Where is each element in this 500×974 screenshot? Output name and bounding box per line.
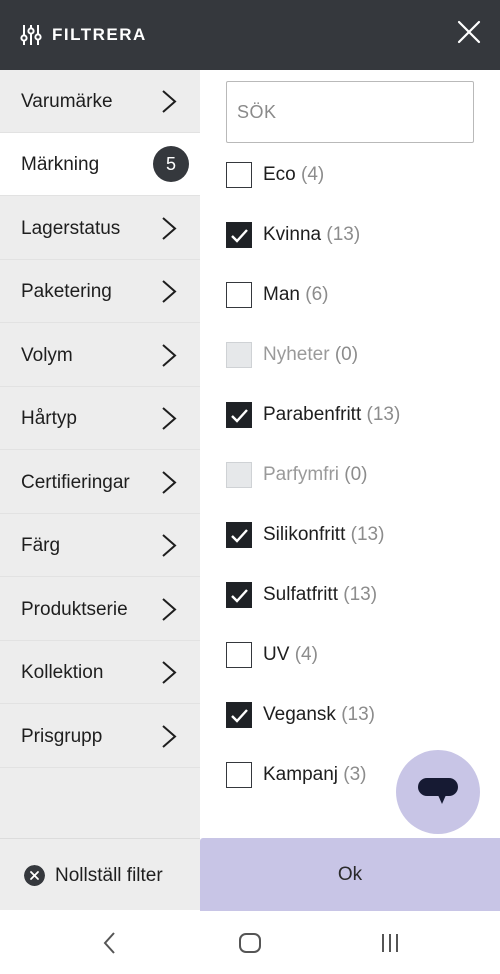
sidebar-item-label: Certifieringar (21, 472, 130, 493)
checkbox[interactable] (226, 162, 252, 188)
checkbox-checked[interactable] (226, 522, 252, 548)
sidebar-item-label: Hårtyp (21, 408, 77, 429)
chevron-right-icon (162, 280, 177, 303)
system-navbar (0, 911, 500, 974)
chevron-right-icon (162, 471, 177, 494)
sidebar-item-label: Produktserie (21, 599, 128, 620)
checkbox-checked[interactable] (226, 582, 252, 608)
close-icon[interactable] (455, 18, 483, 46)
sidebar-item-volym[interactable]: Volym (0, 324, 200, 387)
home-icon[interactable] (237, 930, 263, 956)
chevron-right-icon (162, 344, 177, 367)
search-field[interactable] (226, 81, 474, 143)
checkmark-icon (231, 589, 248, 603)
sidebar-item-produktserie[interactable]: Produktserie (0, 578, 200, 641)
sidebar-item-label: Lagerstatus (21, 218, 121, 239)
recents-icon[interactable] (377, 930, 403, 956)
option-count: (13) (350, 524, 385, 545)
header-title: FILTRERA (52, 25, 147, 44)
checkmark-icon (231, 709, 248, 723)
option-count: (3) (343, 764, 367, 785)
option-label: Sulfatfritt (263, 584, 338, 605)
option-count: (6) (305, 284, 329, 305)
sidebar-item-label: Paketering (21, 281, 112, 302)
sidebar-item-varumarke[interactable]: Varumärke (0, 70, 200, 133)
checkbox[interactable] (226, 762, 252, 788)
sidebar-item-label: Kollektion (21, 662, 104, 683)
sidebar-item-prisgrupp[interactable]: Prisgrupp (0, 705, 200, 768)
option-label: Man (263, 284, 300, 305)
filter-header: FILTRERA (0, 0, 500, 70)
checkbox-checked[interactable] (226, 222, 252, 248)
sidebar-item-paketering[interactable]: Paketering (0, 260, 200, 323)
chevron-right-icon (162, 217, 177, 240)
option-count: (13) (343, 584, 378, 605)
checkbox-disabled (226, 462, 252, 488)
checkbox-checked[interactable] (226, 402, 252, 428)
option-label: Silikonfritt (263, 524, 346, 545)
reset-filter-button[interactable]: Nollställ filter (0, 838, 200, 910)
chat-button[interactable] (396, 750, 480, 834)
option-label: UV (263, 644, 290, 665)
sidebar-item-label: Prisgrupp (21, 726, 103, 747)
sidebar-item-label: Märkning (21, 154, 100, 175)
count-badge: 5 (153, 146, 189, 182)
option-count: (0) (334, 344, 359, 365)
ok-button-label: Ok (337, 864, 363, 885)
checkmark-icon (231, 409, 248, 423)
option-label: Parfymfri (263, 464, 339, 485)
option-count: (4) (294, 644, 318, 665)
sidebar-item-label: Varumärke (21, 91, 113, 112)
chevron-right-icon (162, 661, 177, 684)
sidebar-item-hartyp[interactable]: Hårtyp (0, 387, 200, 450)
reset-filter-label: Nollställ filter (55, 865, 163, 886)
sliders-icon (20, 25, 42, 45)
option-label: Nyheter (263, 344, 330, 365)
ok-button[interactable]: Ok (200, 838, 500, 911)
option-count: (13) (366, 404, 401, 425)
chevron-right-icon (162, 598, 177, 621)
category-sidebar: Varumärke Märkning 5 Lagerstatus Paketer… (0, 70, 200, 910)
checkmark-icon (231, 229, 248, 243)
option-count: (13) (341, 704, 375, 725)
sidebar-item-certifieringar[interactable]: Certifieringar (0, 451, 200, 514)
chevron-right-icon (162, 407, 177, 430)
checkbox-checked[interactable] (226, 702, 252, 728)
option-label: Kvinna (263, 224, 322, 245)
option-label: Parabenfritt (263, 404, 362, 425)
sidebar-item-label: Färg (21, 535, 61, 556)
chevron-right-icon (162, 725, 177, 748)
option-label: Kampanj (263, 764, 338, 785)
option-count: (13) (326, 224, 361, 245)
back-icon[interactable] (97, 930, 123, 956)
option-count: (4) (301, 164, 325, 185)
checkbox[interactable] (226, 282, 252, 308)
chevron-right-icon (162, 90, 177, 113)
sidebar-item-kollektion[interactable]: Kollektion (0, 641, 200, 704)
option-label: Vegansk (263, 704, 336, 725)
sidebar-item-label: Volym (21, 345, 73, 366)
checkmark-icon (231, 529, 248, 543)
sidebar-item-lagerstatus[interactable]: Lagerstatus (0, 197, 200, 260)
chevron-right-icon (162, 534, 177, 557)
option-count: (0) (344, 464, 368, 485)
chat-bubble-icon (418, 778, 458, 804)
clear-circle-icon (24, 865, 45, 886)
checkbox-disabled (226, 342, 252, 368)
search-input[interactable] (227, 82, 473, 142)
sidebar-item-markning[interactable]: Märkning 5 (0, 133, 200, 196)
checkbox[interactable] (226, 642, 252, 668)
sidebar-item-farg[interactable]: Färg (0, 514, 200, 577)
option-label: Eco (263, 164, 296, 185)
